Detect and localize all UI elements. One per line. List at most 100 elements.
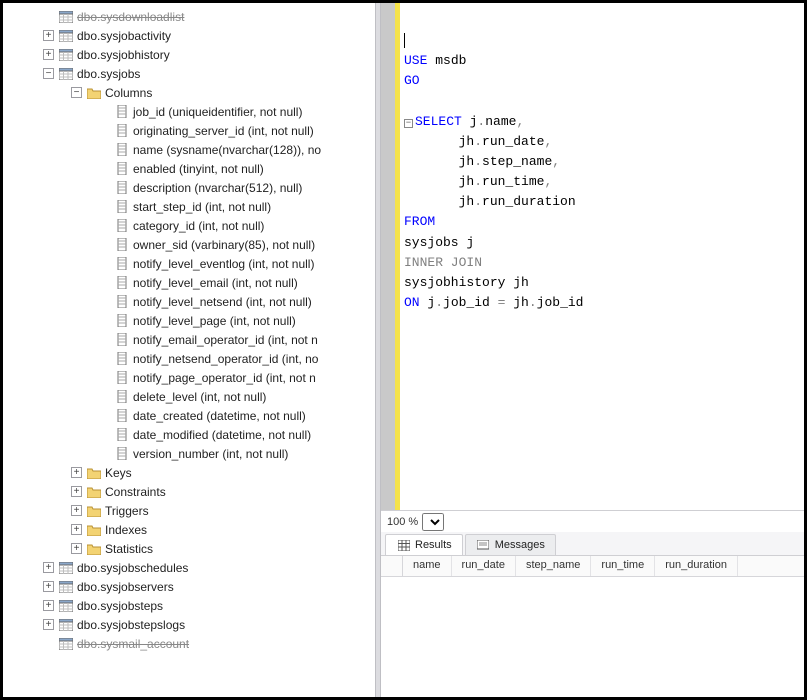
column-icon — [114, 200, 129, 214]
tree-label: dbo.sysjobschedules — [77, 561, 188, 575]
expand-toggle[interactable]: + — [43, 49, 54, 60]
expand-toggle[interactable]: − — [43, 68, 54, 79]
tree-table[interactable]: +dbo.sysjobstepslogs — [3, 615, 375, 634]
tree-label: date_created (datetime, not null) — [133, 409, 306, 423]
folder-icon — [86, 86, 101, 100]
col-name[interactable]: name — [403, 556, 452, 576]
col-run-time[interactable]: run_time — [591, 556, 655, 576]
tree-label: dbo.sysjobsteps — [77, 599, 163, 613]
tree-column[interactable]: version_number (int, not null) — [3, 444, 375, 463]
expand-toggle[interactable]: + — [43, 600, 54, 611]
tree-folder[interactable]: + Keys — [3, 463, 375, 482]
tab-results[interactable]: Results — [385, 534, 463, 555]
expand-toggle[interactable]: + — [43, 619, 54, 630]
tree-label: owner_sid (varbinary(85), not null) — [133, 238, 315, 252]
tree-label: date_modified (datetime, not null) — [133, 428, 311, 442]
column-icon — [114, 428, 129, 442]
tree-table[interactable]: + dbo.sysjobsteps — [3, 596, 375, 615]
tab-messages[interactable]: Messages — [465, 534, 556, 555]
results-grid-header: name run_date step_name run_time run_dur… — [381, 556, 804, 577]
expand-toggle[interactable]: + — [71, 505, 82, 516]
tree-label: notify_level_eventlog (int, not null) — [133, 257, 314, 271]
expand-toggle[interactable]: + — [71, 467, 82, 478]
tree-label: originating_server_id (int, not null) — [133, 124, 314, 138]
column-icon — [114, 390, 129, 404]
column-icon — [114, 333, 129, 347]
expand-toggle — [99, 296, 110, 307]
tree-column[interactable]: owner_sid (varbinary(85), not null) — [3, 235, 375, 254]
tree-column[interactable]: notify_netsend_operator_id (int, no — [3, 349, 375, 368]
expand-toggle[interactable]: + — [71, 543, 82, 554]
tree-label: version_number (int, not null) — [133, 447, 288, 461]
editor-pane: USE msdb GO −SELECT j.name, jh.run_date,… — [381, 3, 804, 697]
column-icon — [114, 105, 129, 119]
tree-table-cut[interactable]: dbo.sysmail_account — [3, 634, 375, 653]
expand-toggle[interactable]: + — [43, 562, 54, 573]
tree-label: delete_level (int, not null) — [133, 390, 266, 404]
tab-results-label: Results — [415, 539, 452, 551]
tree-table[interactable]: + dbo.sysjobschedules — [3, 558, 375, 577]
tree-table[interactable]: +dbo.sysjobactivity — [3, 26, 375, 45]
tree-column[interactable]: name (sysname(nvarchar(128)), no — [3, 140, 375, 159]
column-icon — [114, 371, 129, 385]
tree-table[interactable]: + dbo.sysjobservers — [3, 577, 375, 596]
col-run-date[interactable]: run_date — [452, 556, 516, 576]
column-icon — [114, 295, 129, 309]
tree-column[interactable]: notify_email_operator_id (int, not n — [3, 330, 375, 349]
tree-column[interactable]: date_created (datetime, not null) — [3, 406, 375, 425]
tree-column[interactable]: notify_level_eventlog (int, not null) — [3, 254, 375, 273]
expand-toggle[interactable]: + — [43, 30, 54, 41]
tree-table-cut[interactable]: dbo.sysdownloadlist — [3, 7, 375, 26]
tree-folder[interactable]: +Triggers — [3, 501, 375, 520]
sql-editor[interactable]: USE msdb GO −SELECT j.name, jh.run_date,… — [400, 3, 804, 510]
tree-label: dbo.sysjobservers — [77, 580, 174, 594]
tree-table-expanded[interactable]: −dbo.sysjobs — [3, 64, 375, 83]
expand-toggle — [99, 201, 110, 212]
column-icon — [114, 314, 129, 328]
tree-column[interactable]: description (nvarchar(512), null) — [3, 178, 375, 197]
results-grid-body[interactable] — [381, 577, 804, 697]
tree-label: dbo.sysmail_account — [77, 637, 189, 651]
tree-folder[interactable]: +Constraints — [3, 482, 375, 501]
expand-toggle — [99, 277, 110, 288]
expand-toggle — [99, 315, 110, 326]
expand-toggle — [99, 163, 110, 174]
tree-column[interactable]: start_step_id (int, not null) — [3, 197, 375, 216]
tree-column[interactable]: notify_level_email (int, not null) — [3, 273, 375, 292]
tree-table[interactable]: +dbo.sysjobhistory — [3, 45, 375, 64]
expand-toggle — [99, 372, 110, 383]
tree-label: enabled (tinyint, not null) — [133, 162, 264, 176]
expand-toggle — [99, 391, 110, 402]
col-run-duration[interactable]: run_duration — [655, 556, 738, 576]
expand-toggle[interactable]: + — [43, 581, 54, 592]
zoom-select[interactable] — [422, 513, 444, 531]
tree-column[interactable]: date_modified (datetime, not null) — [3, 425, 375, 444]
column-icon — [114, 447, 129, 461]
tree-folder[interactable]: +Statistics — [3, 539, 375, 558]
tree-column[interactable]: category_id (int, not null) — [3, 216, 375, 235]
expand-toggle — [99, 182, 110, 193]
tree-folder-columns[interactable]: −Columns — [3, 83, 375, 102]
folder-icon — [86, 523, 101, 537]
expand-toggle[interactable]: + — [71, 524, 82, 535]
zoom-value: 100 % — [387, 516, 418, 528]
expand-toggle — [43, 638, 54, 649]
tree-column[interactable]: notify_page_operator_id (int, not n — [3, 368, 375, 387]
tree-column[interactable]: notify_level_netsend (int, not null) — [3, 292, 375, 311]
expand-toggle[interactable]: + — [71, 486, 82, 497]
tree-folder[interactable]: +Indexes — [3, 520, 375, 539]
fold-icon[interactable]: − — [404, 119, 413, 128]
table-icon — [58, 561, 73, 575]
tree-column[interactable]: job_id (uniqueidentifier, not null) — [3, 102, 375, 121]
column-icon — [114, 409, 129, 423]
tree-column[interactable]: notify_level_page (int, not null) — [3, 311, 375, 330]
tree-column[interactable]: originating_server_id (int, not null) — [3, 121, 375, 140]
col-step-name[interactable]: step_name — [516, 556, 591, 576]
tree-label: Keys — [105, 466, 132, 480]
tree-column[interactable]: delete_level (int, not null) — [3, 387, 375, 406]
expand-toggle[interactable]: − — [71, 87, 82, 98]
tree-column[interactable]: enabled (tinyint, not null) — [3, 159, 375, 178]
expand-toggle — [43, 11, 54, 22]
expand-toggle — [99, 353, 110, 364]
expand-toggle — [99, 239, 110, 250]
